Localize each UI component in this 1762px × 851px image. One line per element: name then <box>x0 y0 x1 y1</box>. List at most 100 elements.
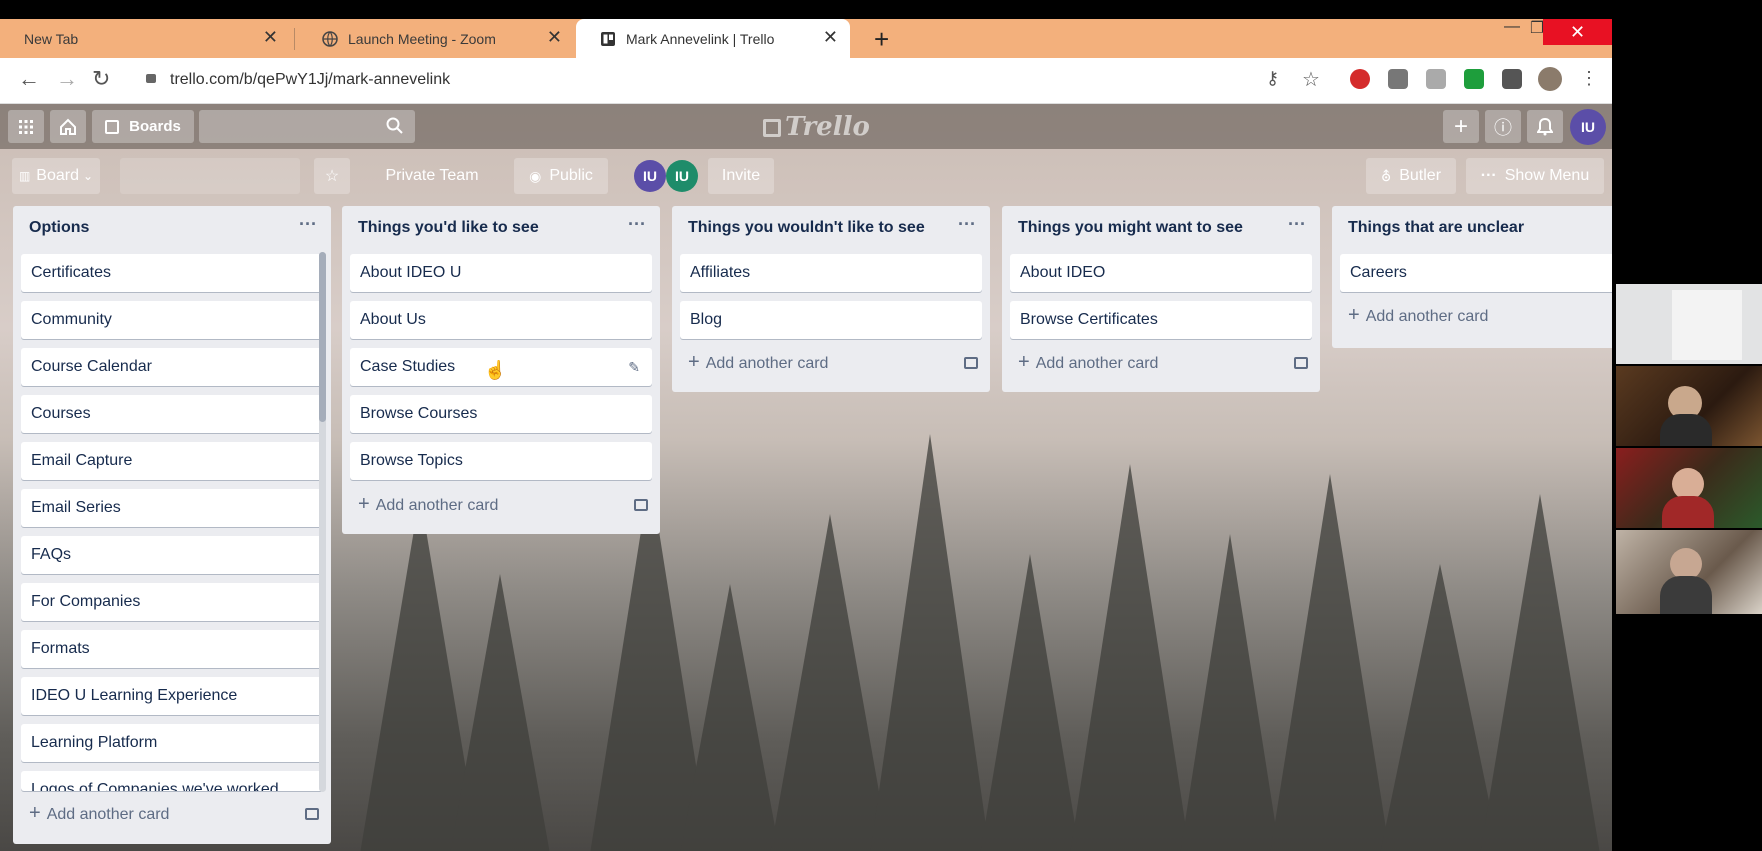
reload-icon[interactable]: ↻ <box>92 66 110 92</box>
add-card-button[interactable]: + Add another card <box>688 351 828 374</box>
more-vert-icon[interactable]: ⋮ <box>1580 68 1598 89</box>
bell-icon[interactable] <box>1527 110 1563 143</box>
info-icon[interactable]: ⓘ <box>1485 110 1521 143</box>
list-options: Options ··· Certificates Community Cours… <box>13 206 331 844</box>
card[interactable]: About IDEO <box>1010 254 1312 292</box>
list-menu-icon[interactable]: ··· <box>958 214 976 235</box>
new-tab-button[interactable]: + <box>874 24 889 55</box>
back-icon[interactable]: ← <box>18 66 40 92</box>
invite-button[interactable]: Invite <box>708 158 774 194</box>
add-card-button[interactable]: + Add another card <box>1018 351 1158 374</box>
card[interactable]: About IDEO U <box>350 254 652 292</box>
adblock-icon[interactable] <box>1350 69 1370 89</box>
window-close-button[interactable]: ✕ <box>1543 19 1612 45</box>
butler-button[interactable]: ⛢ Butler <box>1366 158 1456 194</box>
visibility-label: Public <box>549 167 593 184</box>
card[interactable]: Email Series <box>21 489 323 527</box>
card[interactable]: Blog <box>680 301 982 339</box>
card[interactable]: For Companies <box>21 583 323 621</box>
search-input[interactable] <box>199 110 415 143</box>
board-name-field[interactable] <box>120 158 300 194</box>
mail-icon[interactable] <box>1388 69 1408 89</box>
card[interactable]: Browse Courses <box>350 395 652 433</box>
show-menu-button[interactable]: ··· Show Menu <box>1466 158 1604 194</box>
list-title[interactable]: Options <box>29 219 89 237</box>
forward-icon[interactable]: → <box>56 66 78 92</box>
card[interactable]: Formats <box>21 630 323 668</box>
tab-new-tab[interactable]: New Tab ✕ <box>0 19 290 58</box>
card[interactable]: Browse Topics <box>350 442 652 480</box>
boards-icon <box>105 119 120 134</box>
card[interactable]: Learning Platform <box>21 724 323 762</box>
cursor-icon: ☝ <box>484 360 507 380</box>
card[interactable]: Affiliates <box>680 254 982 292</box>
card[interactable]: Courses <box>21 395 323 433</box>
card-template-icon[interactable] <box>634 499 648 511</box>
list-menu-icon[interactable]: ··· <box>1288 214 1306 235</box>
card[interactable]: IDEO U Learning Experience <box>21 677 323 715</box>
list-might-want-to-see: Things you might want to see ··· About I… <box>1002 206 1320 392</box>
home-icon[interactable] <box>50 110 86 143</box>
tab-trello[interactable]: Mark Annevelink | Trello ✕ <box>576 19 850 58</box>
board-view-button[interactable]: ▥ Board ⌄ <box>12 158 100 194</box>
minimize-icon[interactable]: — <box>1504 18 1520 36</box>
apps-grid-icon[interactable] <box>8 110 44 143</box>
team-button[interactable]: Private Team <box>366 158 498 194</box>
star-icon[interactable]: ☆ <box>314 158 350 194</box>
add-card-button[interactable]: + Add another card <box>358 493 498 516</box>
list-title[interactable]: Things you'd like to see <box>358 219 539 237</box>
star-icon[interactable]: ☆ <box>1302 67 1320 92</box>
pencil-icon[interactable]: ✎ <box>628 348 640 386</box>
card[interactable]: About Us <box>350 301 652 339</box>
butler-label: Butler <box>1399 167 1442 184</box>
list-title[interactable]: Things you might want to see <box>1018 219 1243 237</box>
add-card-label: Add another card <box>375 497 499 514</box>
tab-zoom[interactable]: Launch Meeting - Zoom ✕ <box>298 19 574 58</box>
checkmark-icon[interactable] <box>1464 69 1484 89</box>
member-avatar[interactable]: IU <box>666 160 698 192</box>
boards-button[interactable]: Boards <box>92 110 194 143</box>
ellipsis-icon: ··· <box>1480 167 1497 184</box>
trello-board: Boards Trello + ⓘ IU ▥ Board ⌄ ☆ Private… <box>0 104 1612 851</box>
trello-logo[interactable]: Trello <box>763 112 870 142</box>
card[interactable]: Community <box>21 301 323 339</box>
member-avatar[interactable]: IU <box>634 160 666 192</box>
video-thumbnail[interactable] <box>1616 448 1762 528</box>
card[interactable]: Logos of Companies we've worked <box>21 771 323 791</box>
address-toolbar: ← → ↻ trello.com/b/qePwY1Jj/mark-annevel… <box>0 58 1612 104</box>
list-menu-icon[interactable]: ··· <box>299 214 317 235</box>
url-field[interactable]: trello.com/b/qePwY1Jj/mark-annevelink <box>170 71 450 89</box>
list-menu-icon[interactable]: ··· <box>628 214 646 235</box>
close-icon[interactable]: ✕ <box>823 27 838 48</box>
video-thumbnail[interactable] <box>1616 284 1762 364</box>
search-icon <box>386 117 404 140</box>
card[interactable]: Email Capture <box>21 442 323 480</box>
list-scrollbar-thumb[interactable] <box>319 252 326 422</box>
card[interactable]: FAQs <box>21 536 323 574</box>
list-title[interactable]: Things that are unclear <box>1348 219 1524 237</box>
card[interactable]: Browse Certificates <box>1010 301 1312 339</box>
list-title[interactable]: Things you wouldn't like to see <box>688 219 925 237</box>
user-avatar[interactable]: IU <box>1570 109 1606 145</box>
card-template-icon[interactable] <box>964 357 978 369</box>
plus-icon: + <box>358 493 370 515</box>
card[interactable]: Careers <box>1340 254 1612 292</box>
puzzle-icon[interactable] <box>1502 69 1522 89</box>
video-placeholder <box>1672 290 1742 360</box>
card-template-icon[interactable] <box>305 808 319 820</box>
profile-avatar[interactable] <box>1538 67 1562 91</box>
add-card-button[interactable]: + Add another card <box>29 802 169 825</box>
visibility-button[interactable]: ◉ Public <box>514 158 608 194</box>
add-card-button[interactable]: + Add another card <box>1348 304 1488 327</box>
close-icon[interactable]: ✕ <box>547 27 562 48</box>
create-plus-icon[interactable]: + <box>1443 110 1479 143</box>
key-icon[interactable]: ⚷ <box>1266 68 1279 89</box>
tab-divider <box>294 28 295 50</box>
card[interactable]: Course Calendar <box>21 348 323 386</box>
card-template-icon[interactable] <box>1294 357 1308 369</box>
video-thumbnail[interactable] <box>1616 366 1762 446</box>
video-thumbnail[interactable] <box>1616 530 1762 614</box>
card[interactable]: Certificates <box>21 254 323 292</box>
extension-icon[interactable] <box>1426 69 1446 89</box>
close-icon[interactable]: ✕ <box>263 27 278 48</box>
